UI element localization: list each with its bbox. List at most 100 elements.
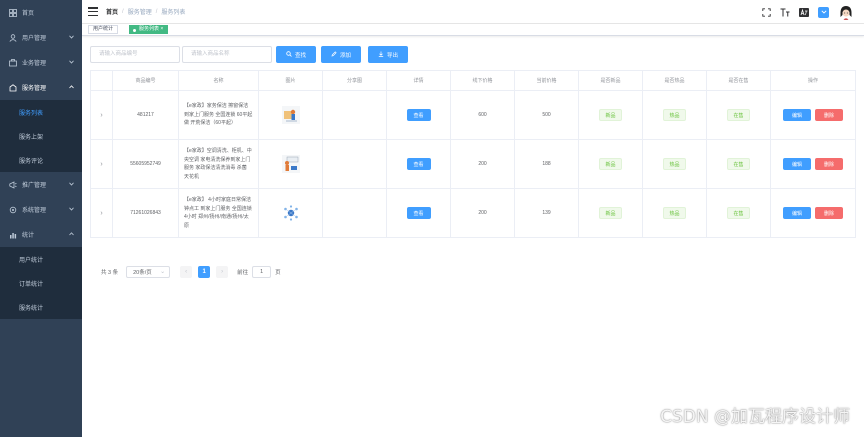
sidebar-sub-order-stats[interactable]: 订单统计: [0, 271, 82, 295]
dashboard-icon: [9, 8, 17, 17]
sidebar-item-business-management[interactable]: 业务管理: [0, 50, 82, 75]
sidebar-item-user-management[interactable]: 用户管理: [0, 25, 82, 50]
delete-button[interactable]: 删除: [815, 158, 843, 170]
cell-image: [259, 91, 323, 139]
cell-share-image: [323, 91, 387, 139]
chevron-down-icon: [69, 35, 74, 41]
chevron-up-icon: [69, 85, 74, 91]
view-detail-button[interactable]: 查看: [406, 158, 431, 170]
sidebar-item-statistics[interactable]: 统计: [0, 222, 82, 247]
breadcrumb-separator: /: [122, 8, 124, 15]
edit-button[interactable]: 编辑: [783, 207, 811, 219]
navbar: 首页 / 服务管理 / 服务列表: [82, 0, 864, 24]
status-badge: 新品: [599, 158, 622, 170]
cell-is-new: 新品: [579, 189, 643, 237]
expand-row-icon[interactable]: ›: [91, 189, 113, 237]
page-size-value: 20条/页: [133, 269, 152, 276]
search-button[interactable]: 查找: [276, 46, 316, 63]
status-badge: 热品: [663, 109, 686, 121]
close-icon[interactable]: ×: [160, 26, 163, 32]
delete-button[interactable]: 删除: [815, 109, 843, 121]
header-share-image: 分享图: [323, 71, 387, 90]
delete-button[interactable]: 删除: [815, 207, 843, 219]
sidebar-item-promotion[interactable]: 推广管理: [0, 172, 82, 197]
header-actions: 操作: [807, 78, 818, 84]
download-icon: [378, 51, 384, 59]
page-number-button[interactable]: 1: [198, 265, 211, 278]
cell-product-id: 55605952749: [113, 140, 179, 188]
navbar-right: [761, 4, 854, 20]
pagination: 共 3 条 20条/页 ⌄ ‹ 1 › 前往 1 页: [101, 265, 281, 278]
cell-actions: 编辑 删除: [771, 140, 855, 188]
cell-is-hot: 热品: [643, 189, 707, 237]
page-size-select[interactable]: 20条/页 ⌄: [126, 265, 171, 278]
search-icon: [286, 50, 292, 59]
cell-name: 【e家政】家务保洁 擦窗保洁到家上门服务 全国连锁 60平起做 开荒保洁（60平…: [179, 91, 259, 139]
user-icon: [9, 33, 17, 42]
sidebar-item-service-management[interactable]: 服务管理: [0, 75, 82, 100]
sidebar-item-label: 业务管理: [22, 61, 47, 67]
sidebar-item-label: 用户管理: [22, 36, 47, 42]
status-badge: 热品: [663, 158, 686, 170]
sidebar-item-label: 服务管理: [22, 86, 47, 92]
prev-page-button[interactable]: ‹: [180, 265, 193, 278]
language-icon[interactable]: [799, 7, 809, 17]
cell-is-new: 新品: [579, 140, 643, 188]
theme-select-icon[interactable]: [818, 6, 829, 18]
expand-row-icon[interactable]: ›: [91, 140, 113, 188]
sidebar-sub-service-publish[interactable]: 服务上架: [0, 124, 82, 148]
view-detail-button[interactable]: 查看: [406, 207, 431, 219]
product-thumbnail[interactable]: [281, 105, 301, 125]
product-name-input[interactable]: 请输入商品名称: [182, 46, 272, 63]
goto-page-input[interactable]: 1: [252, 265, 272, 278]
watermark: CSDN @加瓦程序设计师: [660, 407, 850, 427]
breadcrumb-home[interactable]: 首页: [106, 7, 118, 16]
sidebar-item-label: 推广管理: [22, 183, 47, 189]
avatar[interactable]: [838, 4, 854, 20]
cell-offline-price: 200: [451, 189, 515, 237]
promo-icon: [9, 180, 17, 189]
sidebar-sub-user-stats[interactable]: 用户统计: [0, 247, 82, 271]
chevron-down-icon: [69, 182, 74, 188]
cell-image: [259, 189, 323, 237]
cell-image: [259, 140, 323, 188]
product-id-input[interactable]: 请输入商品编号: [90, 46, 180, 63]
sidebar-sub-service-comments[interactable]: 服务评论: [0, 148, 82, 172]
edit-icon: [331, 50, 337, 59]
product-thumbnail[interactable]: [281, 154, 301, 174]
tag-user-stats[interactable]: 用户统计: [88, 25, 119, 34]
fullscreen-icon[interactable]: [761, 7, 771, 17]
view-detail-button[interactable]: 查看: [406, 109, 431, 121]
add-button[interactable]: 添加: [321, 46, 361, 63]
font-size-icon[interactable]: [780, 7, 790, 17]
add-button-label: 添加: [339, 52, 351, 59]
tag-service-list[interactable]: 服务列表 ×: [129, 25, 169, 34]
cell-on-sale: 在售: [707, 189, 771, 237]
sidebar-sub-service-stats[interactable]: 服务统计: [0, 295, 82, 319]
edit-button[interactable]: 编辑: [783, 158, 811, 170]
next-page-button[interactable]: ›: [216, 265, 229, 278]
sidebar-item-home[interactable]: 首页: [0, 0, 82, 25]
settings-icon: [9, 206, 17, 214]
status-badge: 新品: [599, 207, 622, 219]
pagination-total: 共 3 条: [101, 269, 119, 276]
sidebar-sub-service-list[interactable]: 服务列表: [0, 100, 82, 124]
expand-row-icon[interactable]: ›: [91, 91, 113, 139]
table-row: › 71261026843 【e家政】 4小时家庭日常保洁 钟点工 到家上门服务…: [91, 189, 855, 238]
chevron-up-icon: [69, 232, 74, 238]
tags-view: 用户统计 服务列表 ×: [82, 24, 864, 36]
sidebar-item-label: 系统管理: [22, 208, 47, 214]
sidebar-item-system-management[interactable]: 系统管理: [0, 197, 82, 222]
cell-name: 【e家政】空调清洗、柜机、中央空调 家电清洗保养到家上门服务 家政保洁清洗消毒 …: [179, 140, 259, 188]
cell-detail: 查看: [387, 189, 451, 237]
header-name: 名称: [179, 71, 259, 90]
edit-button[interactable]: 编辑: [783, 109, 811, 121]
chevron-down-icon: [69, 60, 74, 66]
cell-price: 500: [515, 91, 579, 139]
cell-is-hot: 热品: [643, 91, 707, 139]
cell-price: 139: [515, 189, 579, 237]
product-thumbnail[interactable]: [281, 203, 301, 223]
hamburger-icon[interactable]: [88, 7, 98, 16]
header-product-id: 商品编号: [113, 71, 179, 90]
export-button[interactable]: 导出: [368, 46, 408, 63]
